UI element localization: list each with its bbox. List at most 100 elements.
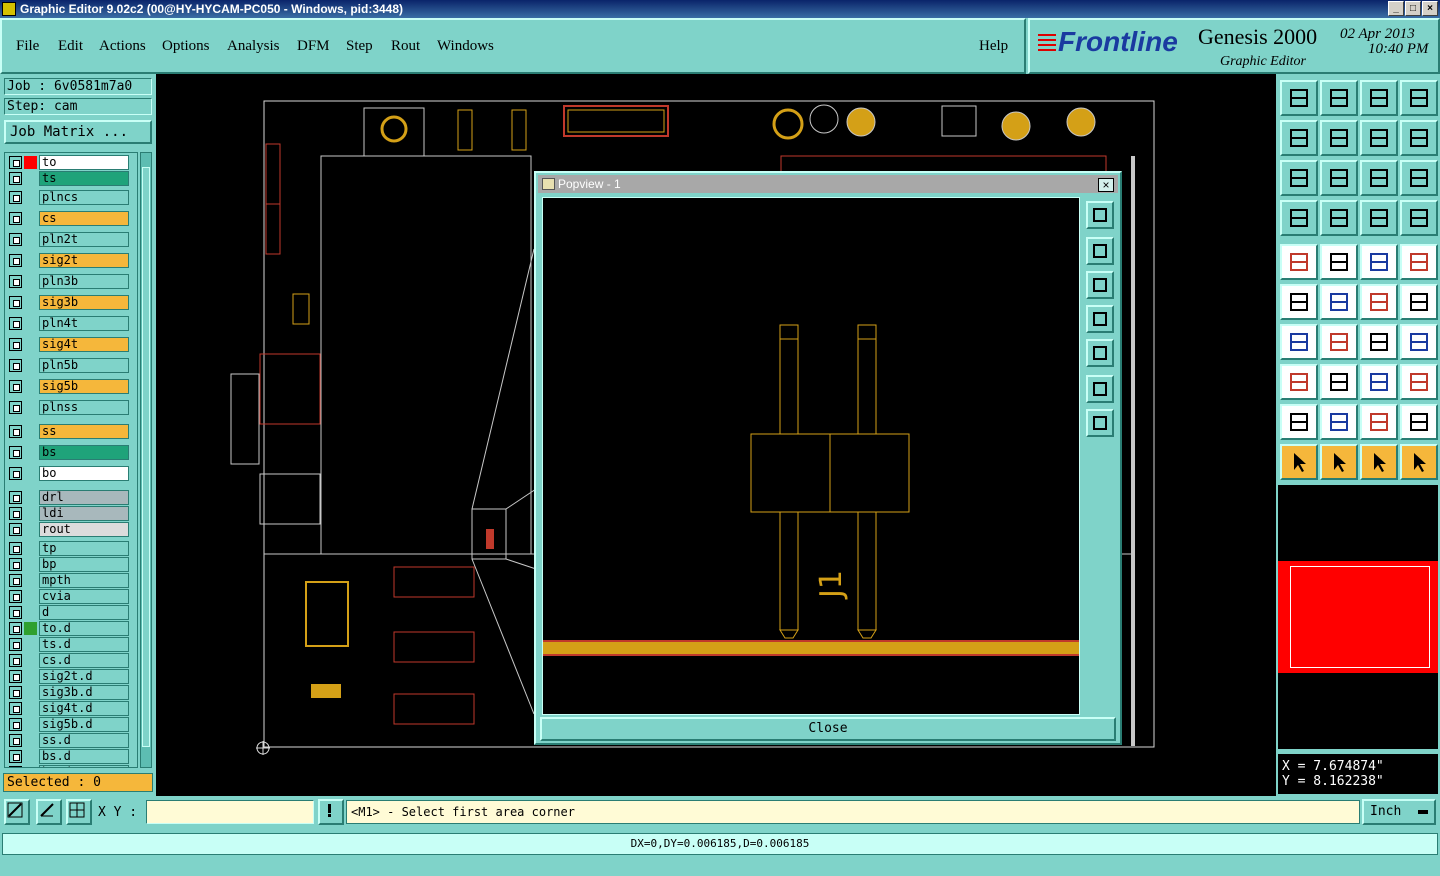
node-edit-tool-icon[interactable]: [1280, 364, 1318, 400]
layer-name[interactable]: plncs: [39, 190, 129, 205]
layer-row[interactable]: sig5b.d: [7, 717, 129, 732]
layer-checkbox[interactable]: [9, 401, 22, 414]
overview-map[interactable]: [1278, 485, 1438, 749]
maximize-button[interactable]: □: [1405, 1, 1421, 16]
rotate-tool-icon[interactable]: [1400, 364, 1438, 400]
job-matrix-button[interactable]: Job Matrix ...: [4, 120, 152, 144]
layer-name[interactable]: cs: [39, 211, 129, 226]
layer-checkbox[interactable]: [9, 523, 22, 536]
overview-viewport[interactable]: [1278, 561, 1438, 673]
layer-row[interactable]: bo: [7, 466, 129, 481]
layer-row[interactable]: mpth: [7, 573, 129, 588]
layer-name[interactable]: tp: [39, 541, 129, 556]
layer-checkbox[interactable]: [9, 172, 22, 185]
layer-name[interactable]: ss: [39, 424, 129, 439]
layer-checkbox[interactable]: [9, 425, 22, 438]
move-node-tool-icon[interactable]: [1280, 284, 1318, 320]
layer-checkbox[interactable]: [9, 156, 22, 169]
layer-name[interactable]: drl: [39, 490, 129, 505]
layer-name[interactable]: ts.d: [39, 637, 129, 652]
layer-name[interactable]: to: [39, 155, 129, 170]
layer-name[interactable]: sig3b: [39, 295, 129, 310]
layer-name[interactable]: pln4t: [39, 316, 129, 331]
triangle-edit-tool-icon[interactable]: [1400, 404, 1438, 440]
pointer-box-tool-icon[interactable]: [1320, 444, 1358, 480]
triangle-tool-icon[interactable]: [1280, 404, 1318, 440]
layer-name[interactable]: sig5b: [39, 379, 129, 394]
layer-checkbox[interactable]: [9, 233, 22, 246]
layer-row[interactable]: ts.d: [7, 637, 129, 652]
layer-list[interactable]: to ts plncs cs pln2t sig2t pln3b sig3b pln4t sig4…: [4, 152, 138, 768]
layer-name[interactable]: plnss: [39, 400, 129, 415]
xy-input[interactable]: [146, 800, 314, 824]
layer-name[interactable]: cs.d: [39, 653, 129, 668]
pointer-net-tool-icon[interactable]: [1360, 444, 1398, 480]
layer-checkbox[interactable]: [9, 606, 22, 619]
layer-row[interactable]: pln2t: [7, 232, 129, 247]
layer-checkbox[interactable]: [9, 766, 22, 767]
layer-name[interactable]: cvia: [39, 589, 129, 604]
popview-zoom-fit-button[interactable]: [1086, 375, 1114, 403]
layer-name[interactable]: sig2t: [39, 253, 129, 268]
layer-row[interactable]: plncs: [7, 190, 129, 205]
connect-tool-icon[interactable]: [1400, 444, 1438, 480]
angle-tool-icon[interactable]: [1280, 324, 1318, 360]
triangle-cut-tool-icon[interactable]: [1360, 404, 1398, 440]
layer-row[interactable]: sig4t: [7, 337, 129, 352]
layer-checkbox[interactable]: [9, 359, 22, 372]
pan-left-tool-icon[interactable]: [1280, 120, 1318, 156]
layer-row[interactable]: drl: [7, 490, 129, 505]
popview-canvas[interactable]: J1: [542, 197, 1080, 715]
layer-checkbox[interactable]: [9, 296, 22, 309]
layer-row[interactable]: tp: [7, 541, 129, 556]
cut-line-tool-icon[interactable]: [1320, 364, 1358, 400]
layer-checkbox[interactable]: [9, 574, 22, 587]
home-view-tool-icon[interactable]: [1360, 80, 1398, 116]
layer-checkbox[interactable]: [9, 254, 22, 267]
layer-checkbox[interactable]: [9, 638, 22, 651]
measure-dim-tool-icon[interactable]: [1360, 364, 1398, 400]
layer-down-tool-icon[interactable]: [1320, 80, 1358, 116]
layer-name[interactable]: rout: [39, 522, 129, 537]
layer-row[interactable]: d: [7, 605, 129, 620]
menu-windows[interactable]: Windows: [437, 38, 494, 55]
layer-name[interactable]: sig3b.d: [39, 685, 129, 700]
popview-zoom-in-button[interactable]: [1086, 201, 1114, 229]
scrollbar-thumb[interactable]: [142, 167, 150, 747]
layer-row[interactable]: bs.d: [7, 749, 129, 764]
triangle-line-tool-icon[interactable]: [1320, 404, 1358, 440]
layer-checkbox[interactable]: [9, 275, 22, 288]
layer-row[interactable]: pln5b: [7, 358, 129, 373]
layer-checkbox[interactable]: [9, 558, 22, 571]
popview-close-x-button[interactable]: ×: [1098, 178, 1114, 192]
arc-tool-icon[interactable]: [1360, 324, 1398, 360]
zoom-all-tool-icon[interactable]: [1320, 160, 1358, 196]
layer-name[interactable]: sig5b.d: [39, 717, 129, 732]
draw-tool-icon[interactable]: [1320, 244, 1358, 280]
layer-name[interactable]: bo.d: [39, 765, 129, 767]
add-segment-tool-icon[interactable]: [1360, 284, 1398, 320]
unit-selector[interactable]: Inch: [1362, 799, 1436, 825]
layer-row[interactable]: bo.d: [7, 765, 129, 767]
help-tool-icon[interactable]: [1400, 160, 1438, 196]
delete-node-tool-icon[interactable]: [1320, 284, 1358, 320]
layer-color-tool-icon[interactable]: [1400, 200, 1438, 236]
layer-checkbox[interactable]: [9, 542, 22, 555]
layer-checkbox[interactable]: [9, 622, 22, 635]
layer-name[interactable]: bs: [39, 445, 129, 460]
layer-row[interactable]: cs.d: [7, 653, 129, 668]
graphic-canvas[interactable]: Popview - 1 × J1 Close: [156, 74, 1276, 796]
close-window-button[interactable]: ×: [1422, 1, 1438, 16]
snap-button[interactable]: [4, 799, 30, 825]
layer-name[interactable]: pln3b: [39, 274, 129, 289]
layer-name[interactable]: d: [39, 605, 129, 620]
layer-checkbox[interactable]: [9, 718, 22, 731]
pan-right-tool-icon[interactable]: [1320, 120, 1358, 156]
fill-tool-icon[interactable]: [1400, 324, 1438, 360]
popview-pan-down-button[interactable]: [1086, 271, 1114, 299]
layer-checkbox[interactable]: [9, 750, 22, 763]
menu-actions[interactable]: Actions: [99, 38, 146, 55]
zoom-fit-tool-icon[interactable]: [1280, 160, 1318, 196]
layer-checkbox[interactable]: [9, 590, 22, 603]
menu-options[interactable]: Options: [162, 38, 210, 55]
